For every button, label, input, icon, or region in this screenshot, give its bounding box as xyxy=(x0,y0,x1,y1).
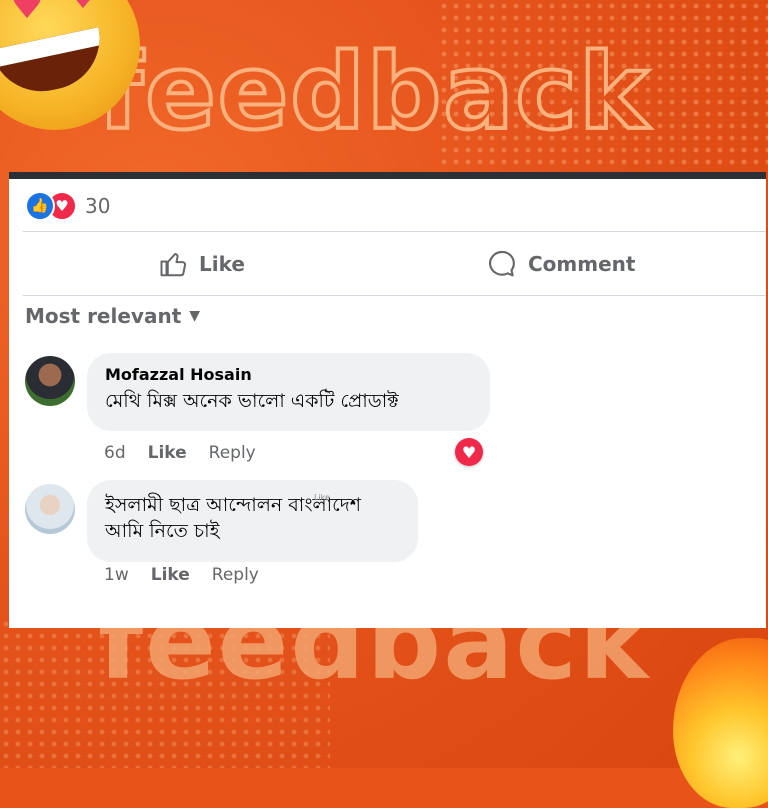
comment-text-line: ইসলামী ছাত্র আন্দোলন বাংলাদেশ xyxy=(105,494,362,516)
sort-dropdown[interactable]: Most relevant ▼ xyxy=(25,304,200,328)
avatar[interactable] xyxy=(25,484,75,534)
comment-reply-button[interactable]: Reply xyxy=(209,443,256,463)
reactions-summary[interactable]: 👍 ♥ 30 xyxy=(25,191,111,221)
feedback-headline: feedback xyxy=(96,31,651,153)
reaction-count: 30 xyxy=(85,194,111,218)
avatar[interactable] xyxy=(25,356,75,406)
comment-like-button[interactable]: Like xyxy=(148,443,187,463)
comment-bubble-icon xyxy=(489,250,515,277)
comment-button-label: Comment xyxy=(528,252,636,276)
comment-meta: 6d Like Reply xyxy=(104,443,256,463)
divider xyxy=(23,295,766,296)
comment-author[interactable]: Mofazzal Hosain xyxy=(105,365,472,384)
overlay-like-label: Like xyxy=(314,493,330,502)
like-button-label: Like xyxy=(199,252,245,276)
facebook-post-card: 👍 ♥ 30 Like Comment Most relevant ▼ Mofa… xyxy=(9,172,766,628)
comment-text-line: আমি নিতে চাই xyxy=(105,520,220,542)
love-icon[interactable]: ♥ xyxy=(455,438,483,466)
comment-like-button[interactable]: Like xyxy=(151,565,190,585)
comment-bubble: Mofazzal Hosain মেথি মিক্স অনেক ভালো একট… xyxy=(87,353,490,431)
card-top-border xyxy=(9,172,766,179)
comment-bubble: ইসলামী ছাত্র আন্দোলন বাংলাদেশ আমি নিতে চ… xyxy=(87,480,418,562)
divider xyxy=(23,231,766,232)
comment-time[interactable]: 1w xyxy=(104,565,129,585)
comment-text: মেথি মিক্স অনেক ভালো একটি প্রোডাক্ট xyxy=(105,390,399,412)
comment-button[interactable]: Comment xyxy=(486,244,635,284)
caret-down-icon: ▼ xyxy=(189,308,201,324)
like-button[interactable]: Like xyxy=(159,244,245,284)
comment-reply-button[interactable]: Reply xyxy=(212,565,259,585)
comment-time[interactable]: 6d xyxy=(104,443,126,463)
thumbs-up-icon xyxy=(160,253,187,277)
sort-label: Most relevant xyxy=(25,304,182,328)
comment-meta: 1w Like Reply xyxy=(104,565,259,585)
like-icon: 👍 xyxy=(25,191,55,221)
